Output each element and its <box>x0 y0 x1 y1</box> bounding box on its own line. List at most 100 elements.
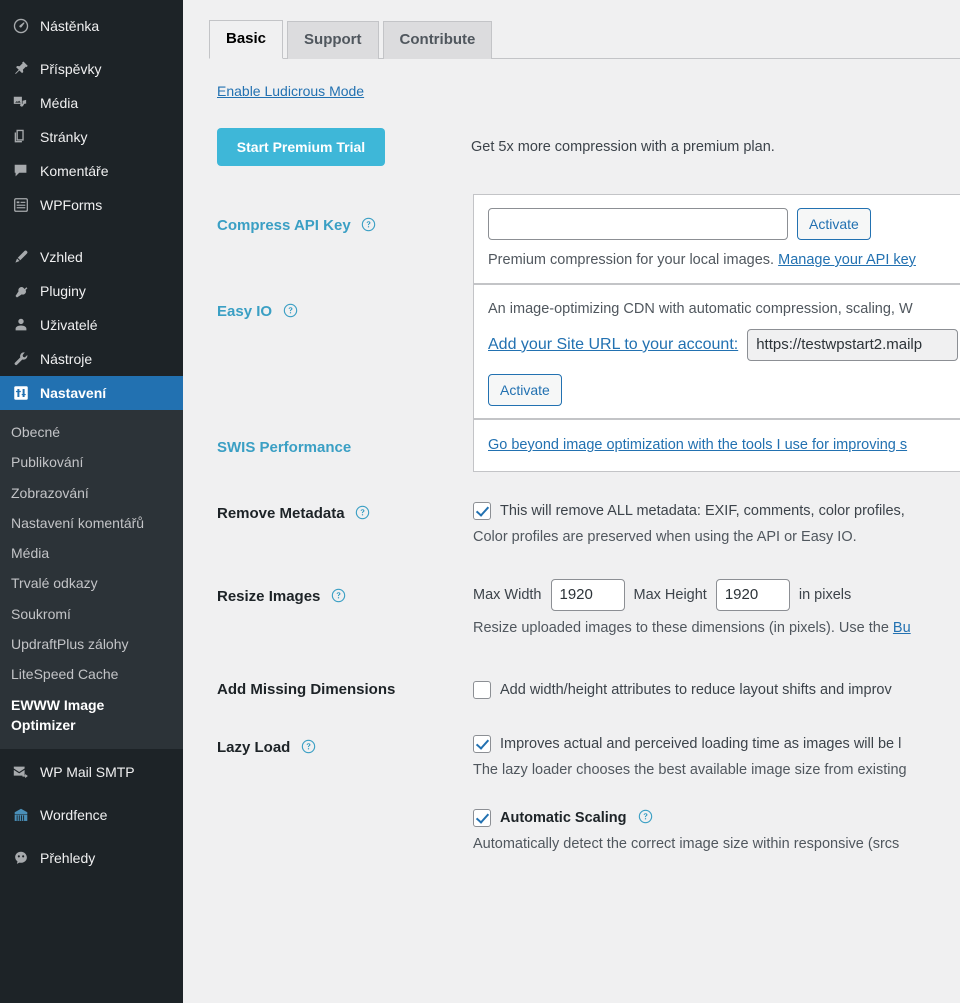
sidebar-item-posts[interactable]: Příspěvky <box>0 52 183 86</box>
sidebar-item-wpforms[interactable]: WPForms <box>0 188 183 222</box>
tab-contribute[interactable]: Contribute <box>382 21 493 59</box>
submenu-item-media[interactable]: Média <box>0 538 183 568</box>
sidebar-item-users[interactable]: Uživatelé <box>0 308 183 342</box>
swis-performance-link[interactable]: Go beyond image optimization with the to… <box>488 437 907 453</box>
panel-swis-performance: Go beyond image optimization with the to… <box>473 418 960 472</box>
row-compress-api-key: Compress API Key Activate Premium compre… <box>209 194 960 285</box>
bulk-optimizer-link[interactable]: Bu <box>893 620 911 636</box>
row-resize-images: Resize Images Max Width Max Height in pi… <box>209 549 960 640</box>
comments-icon <box>11 161 31 181</box>
sidebar-item-label: Stránky <box>40 129 88 145</box>
lazy-load-checkbox-label: Improves actual and perceived loading ti… <box>500 736 902 753</box>
help-icon[interactable] <box>361 217 376 232</box>
sidebar-divider <box>0 226 183 231</box>
automatic-scaling-checkbox-line: Automatic Scaling <box>473 808 960 827</box>
label-add-missing-dimensions: Add Missing Dimensions <box>217 680 396 698</box>
submenu-item-zobrazovani[interactable]: Zobrazování <box>0 478 183 508</box>
sidebar-item-label: Přehledy <box>40 850 96 867</box>
help-icon[interactable] <box>301 739 316 754</box>
row-remove-metadata: Remove Metadata This will remove ALL met… <box>209 472 960 549</box>
sidebar-item-label: Wordfence <box>40 807 108 824</box>
mail-icon <box>11 762 31 782</box>
easy-io-site-url-input[interactable] <box>747 328 959 361</box>
sidebar-item-label: WP Mail SMTP <box>40 764 135 781</box>
sidebar-item-pages[interactable]: Stránky <box>0 120 183 154</box>
submenu-item-publikovani[interactable]: Publikování <box>0 447 183 477</box>
add-site-url-link[interactable]: Add your Site URL to your account: <box>488 336 738 354</box>
lazy-load-checkbox-line: Improves actual and perceived loading ti… <box>473 735 960 754</box>
sidebar-item-wp-mail-smtp[interactable]: WP Mail SMTP <box>0 755 183 789</box>
sidebar-item-label: Média <box>40 95 79 111</box>
settings-icon <box>11 383 31 403</box>
settings-submenu: Obecné Publikování Zobrazování Nastavení… <box>0 410 183 750</box>
submenu-item-nastaveni-komentaru[interactable]: Nastavení komentářů <box>0 508 183 538</box>
users-icon <box>11 315 31 335</box>
remove-metadata-checkbox-line: This will remove ALL metadata: EXIF, com… <box>473 501 960 520</box>
tab-basic[interactable]: Basic <box>209 20 284 59</box>
sidebar-item-tools[interactable]: Nástroje <box>0 342 183 376</box>
max-width-label: Max Width <box>473 586 542 603</box>
settings-table: Compress API Key Activate Premium compre… <box>209 194 960 856</box>
compress-api-key-controls: Activate <box>488 208 960 240</box>
premium-trial-row: Start Premium Trial Get 5x more compress… <box>209 128 960 166</box>
remove-metadata-checkbox-label: This will remove ALL metadata: EXIF, com… <box>500 502 905 519</box>
compress-api-key-description: Premium compression for your local image… <box>488 249 960 271</box>
compress-api-key-activate-button[interactable]: Activate <box>797 208 871 240</box>
enable-ludicrous-mode-link[interactable]: Enable Ludicrous Mode <box>217 83 364 99</box>
start-premium-trial-button[interactable]: Start Premium Trial <box>217 128 385 166</box>
sidebar-item-media[interactable]: Média <box>0 86 183 120</box>
submenu-item-litespeed-cache[interactable]: LiteSpeed Cache <box>0 659 183 689</box>
compress-api-key-desc-text: Premium compression for your local image… <box>488 252 779 268</box>
max-height-input[interactable] <box>715 578 790 611</box>
sidebar-item-comments[interactable]: Komentáře <box>0 154 183 188</box>
automatic-scaling-label: Automatic Scaling <box>500 809 627 826</box>
add-missing-dimensions-checkbox-line: Add width/height attributes to reduce la… <box>473 680 960 699</box>
lazy-load-checkbox[interactable] <box>473 735 491 754</box>
automatic-scaling-checkbox[interactable] <box>473 808 491 827</box>
appearance-icon <box>11 247 31 267</box>
easy-io-activate-button[interactable]: Activate <box>488 373 562 406</box>
sidebar-item-label: Nastavení <box>40 385 107 401</box>
panel-easy-io: An image-optimizing CDN with automatic c… <box>473 284 960 419</box>
insights-icon <box>11 848 31 868</box>
resize-images-controls: Max Width Max Height in pixels <box>473 578 960 611</box>
compress-api-key-input[interactable] <box>488 208 788 240</box>
label-resize-images: Resize Images <box>217 587 321 605</box>
premium-trial-note: Get 5x more compression with a premium p… <box>471 139 775 155</box>
manage-api-key-link[interactable]: Manage your API key <box>778 252 916 268</box>
sidebar-item-wordfence[interactable]: Wordfence <box>0 798 183 832</box>
submenu-item-soukromi[interactable]: Soukromí <box>0 599 183 629</box>
help-icon[interactable] <box>283 303 298 318</box>
row-swis-performance: SWIS Performance Go beyond image optimiz… <box>209 418 960 472</box>
submenu-item-ewww-image-optimizer[interactable]: EWWW Image Optimizer <box>0 690 110 741</box>
submenu-item-trvale-odkazy[interactable]: Trvalé odkazy <box>0 568 183 598</box>
help-icon[interactable] <box>331 588 346 603</box>
label-lazy-load: Lazy Load <box>217 739 291 757</box>
sidebar-item-label: Nástroje <box>40 351 93 367</box>
sidebar-item-prehledy[interactable]: Přehledy <box>0 841 183 875</box>
remove-metadata-checkbox[interactable] <box>473 501 491 520</box>
easy-io-site-url-row: Add your Site URL to your account: <box>488 328 960 361</box>
tab-support[interactable]: Support <box>287 21 379 59</box>
help-icon[interactable] <box>355 505 370 520</box>
add-missing-dimensions-checkbox[interactable] <box>473 680 491 699</box>
sidebar-item-label: WPForms <box>40 197 103 213</box>
sidebar-item-dashboard[interactable]: Nástěnka <box>0 9 183 43</box>
submenu-item-obecne[interactable]: Obecné <box>0 417 183 447</box>
sidebar-item-plugins[interactable]: Pluginy <box>0 274 183 308</box>
pages-icon <box>11 127 31 147</box>
label-easy-io: Easy IO <box>217 303 273 321</box>
sidebar-item-appearance[interactable]: Vzhled <box>0 240 183 274</box>
dashboard-icon <box>11 16 31 36</box>
row-easy-io: Easy IO An image-optimizing CDN with aut… <box>209 284 960 419</box>
pixels-unit-label: in pixels <box>798 586 852 603</box>
remove-metadata-sub-description: Color profiles are preserved when using … <box>473 529 857 546</box>
label-compress-api-key: Compress API Key <box>217 217 351 234</box>
sidebar-item-settings[interactable]: Nastavení <box>0 376 183 410</box>
help-icon[interactable] <box>638 809 653 824</box>
label-swis-performance: SWIS Performance <box>217 438 352 456</box>
label-remove-metadata: Remove Metadata <box>217 504 345 522</box>
max-width-input[interactable] <box>550 578 625 611</box>
submenu-item-updraftplus-zalohy[interactable]: UpdraftPlus zálohy <box>0 629 183 659</box>
sidebar-item-label: Uživatelé <box>40 317 98 333</box>
